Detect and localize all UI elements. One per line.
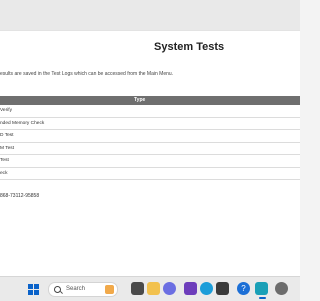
security-icon[interactable] bbox=[184, 282, 197, 295]
active-app-indicator bbox=[259, 297, 266, 299]
store-icon[interactable] bbox=[216, 282, 229, 295]
table-header: Type bbox=[0, 96, 300, 105]
search-highlight-icon bbox=[105, 285, 114, 294]
table-row[interactable]: Test bbox=[0, 155, 300, 168]
active-app-icon[interactable] bbox=[255, 282, 268, 295]
main-content: System Tests esults are saved in the Tes… bbox=[0, 30, 300, 276]
table-row[interactable]: nded Memory Check bbox=[0, 118, 300, 130]
edge-icon[interactable] bbox=[200, 282, 213, 295]
page-title: System Tests bbox=[154, 41, 225, 53]
taskbar: Search ? bbox=[0, 276, 300, 301]
tests-table: Type Verify nded Memory Check D Test M T… bbox=[0, 96, 300, 180]
task-view-icon[interactable] bbox=[131, 282, 144, 295]
help-icon[interactable]: ? bbox=[237, 282, 250, 295]
teams-icon[interactable] bbox=[163, 282, 176, 295]
device-id: 868-73112-95858 bbox=[0, 193, 40, 199]
table-row[interactable]: eck bbox=[0, 168, 300, 180]
app-window: System Tests esults are saved in the Tes… bbox=[0, 0, 300, 276]
table-row[interactable]: D Test bbox=[0, 130, 300, 143]
info-text: esults are saved in the Test Logs which … bbox=[0, 71, 174, 77]
type-column-header: Type bbox=[134, 97, 146, 103]
search-label: Search bbox=[66, 286, 86, 292]
table-row[interactable]: M Test bbox=[0, 143, 300, 155]
windows-start-icon[interactable] bbox=[28, 284, 39, 295]
title-bar bbox=[0, 0, 300, 30]
taskbar-search[interactable]: Search bbox=[48, 282, 118, 297]
settings-icon[interactable] bbox=[275, 282, 288, 295]
file-explorer-icon[interactable] bbox=[147, 282, 160, 295]
search-icon bbox=[54, 286, 61, 293]
table-row[interactable]: Verify bbox=[0, 105, 300, 118]
